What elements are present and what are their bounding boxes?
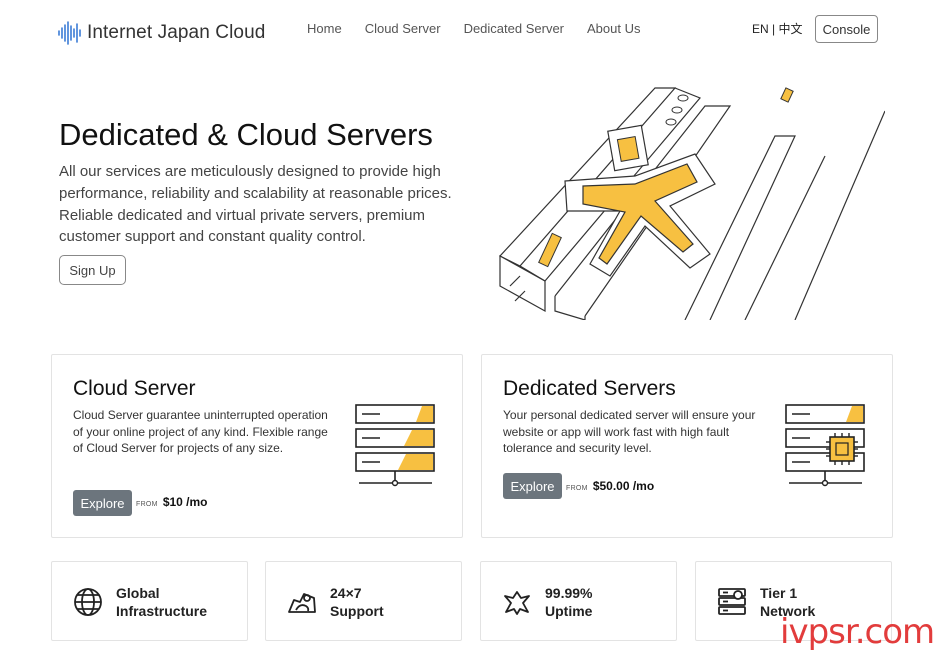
site-header: Internet Japan Cloud Home Cloud Server D… (0, 0, 950, 64)
hero-title: Dedicated & Cloud Servers (59, 117, 433, 152)
price-amount: $50.00 /mo (592, 479, 655, 493)
price-label: FROM $50.00 /mo (566, 479, 654, 493)
feature-text: 24×7 Support (330, 585, 384, 619)
server-rack-icon (355, 404, 435, 487)
cloud-server-card: Cloud Server Cloud Server guarantee unin… (51, 354, 463, 538)
console-button[interactable]: Console (815, 15, 878, 43)
card-description: Your personal dedicated server will ensu… (503, 408, 756, 455)
feature-text: Global Infrastructure (116, 585, 208, 619)
from-label: FROM (566, 485, 588, 492)
price-label: FROM $10 /mo (136, 495, 208, 509)
globe-icon (74, 588, 102, 616)
nav-about-us[interactable]: About Us (587, 21, 640, 36)
soundwave-logo-icon (58, 21, 81, 45)
uptime-icon (504, 591, 530, 615)
language-switcher[interactable]: EN | 中文 (752, 20, 802, 37)
network-icon (718, 588, 746, 615)
price-amount: $10 /mo (162, 495, 208, 509)
logo-text: Internet Japan Cloud (87, 22, 266, 43)
feature-support: 24×7 Support (265, 561, 462, 641)
feature-text: 99.99% Uptime (545, 585, 593, 619)
explore-dedicated-button[interactable]: Explore (503, 473, 562, 499)
nav-cloud-server[interactable]: Cloud Server (365, 21, 441, 36)
card-description: Cloud Server guarantee uninterrupted ope… (73, 408, 328, 455)
feature-uptime: 99.99% Uptime (480, 561, 677, 641)
nav-dedicated-server[interactable]: Dedicated Server (464, 21, 564, 36)
card-title: Cloud Server (73, 377, 196, 400)
feature-global-infrastructure: Global Infrastructure (51, 561, 248, 641)
watermark: ivpsr.com (780, 612, 935, 652)
hero-illustration (499, 87, 885, 320)
server-chip-icon (785, 404, 865, 487)
hero-description: All our services are meticulously design… (59, 163, 452, 246)
from-label: FROM (136, 501, 158, 508)
sign-up-button[interactable]: Sign Up (59, 255, 126, 285)
card-title: Dedicated Servers (503, 377, 676, 400)
explore-cloud-button[interactable]: Explore (73, 490, 132, 516)
support-icon (288, 593, 316, 613)
main-nav: Home Cloud Server Dedicated Server About… (307, 21, 641, 36)
nav-home[interactable]: Home (307, 21, 342, 36)
logo[interactable]: Internet Japan Cloud (57, 20, 265, 46)
dedicated-server-card: Dedicated Servers Your personal dedicate… (481, 354, 893, 538)
